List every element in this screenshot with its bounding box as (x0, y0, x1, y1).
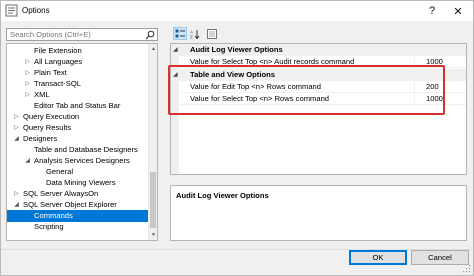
expand-icon[interactable]: ▷ (24, 58, 31, 66)
title-bar: Options ? ✕ (1, 1, 473, 21)
tree-item-label: SQL Server AlwaysOn (23, 189, 99, 198)
alphabetical-button[interactable]: A Z (188, 27, 202, 40)
tree-item-label: Scripting (34, 222, 64, 231)
close-button[interactable]: ✕ (445, 1, 471, 21)
categorized-button[interactable] (173, 27, 187, 40)
expand-icon[interactable]: ▷ (24, 91, 31, 99)
collapse-icon[interactable]: ◢ (173, 46, 178, 53)
tree-item-label: Editor Tab and Status Bar (34, 101, 121, 110)
tree-item-label: Commands (34, 211, 73, 220)
app-icon (5, 4, 18, 17)
ok-button[interactable]: OK (349, 250, 407, 265)
svg-text:Z: Z (190, 34, 193, 39)
tree-item-label: Query Execution (23, 112, 80, 121)
property-pages-icon (207, 28, 217, 39)
tree-item-label: File Extension (34, 46, 82, 55)
cancel-button[interactable]: Cancel (411, 250, 469, 265)
categorized-icon (175, 29, 185, 37)
scroll-up-icon[interactable]: ▲ (149, 44, 157, 54)
tree-item-label: Plain Text (34, 68, 67, 77)
options-dialog: Options ? ✕ File Extension ▷ All Languag… (0, 0, 474, 276)
tree-item-label: Designers (23, 134, 58, 143)
help-button[interactable]: ? (419, 1, 445, 21)
tree-item-label: All Languages (34, 57, 83, 66)
tree-item-label: General (46, 167, 74, 176)
tree-item[interactable]: Scripting (7, 221, 151, 233)
category-audit-log-viewer[interactable]: ◢ Audit Log Viewer Options (171, 44, 466, 56)
search-input[interactable] (10, 29, 140, 40)
tree-item-label: SQL Server Object Explorer (23, 200, 117, 209)
tree-item-label: XML (34, 90, 50, 99)
scroll-down-icon[interactable]: ▼ (149, 230, 157, 240)
collapse-icon[interactable]: ◢ (13, 135, 20, 143)
expand-icon[interactable]: ▷ (24, 80, 31, 88)
description-panel: Audit Log Viewer Options (170, 185, 467, 241)
search-icon[interactable] (145, 30, 155, 40)
description-title: Audit Log Viewer Options (176, 191, 269, 200)
expand-icon[interactable]: ▷ (13, 113, 20, 121)
highlight-box (168, 65, 445, 115)
tree-item-label: Table and Database Designers (34, 145, 138, 154)
tree-item-label: Query Results (23, 123, 72, 132)
tree-item-label: Data Mining Viewers (46, 178, 116, 187)
options-tree[interactable]: File Extension ▷ All Languages ▷ Plain T… (6, 43, 158, 241)
tree-item-label: Transact-SQL (34, 79, 81, 88)
search-box[interactable] (6, 28, 158, 41)
resize-grip-icon[interactable] (463, 265, 471, 273)
tree-item-label: Analysis Services Designers (34, 156, 130, 165)
property-pages-button[interactable] (205, 27, 219, 40)
alphabetical-icon: A Z (190, 29, 200, 39)
scroll-thumb[interactable] (150, 172, 156, 228)
tree-scrollbar[interactable]: ▲ ▼ (148, 44, 157, 240)
collapse-icon[interactable]: ◢ (13, 201, 20, 209)
collapse-icon[interactable]: ◢ (24, 157, 31, 165)
expand-icon[interactable]: ▷ (13, 124, 20, 132)
category-label: Audit Log Viewer Options (190, 45, 283, 54)
expand-icon[interactable]: ▷ (13, 190, 20, 198)
expand-icon[interactable]: ▷ (24, 69, 31, 77)
window-title: Options (22, 6, 50, 15)
